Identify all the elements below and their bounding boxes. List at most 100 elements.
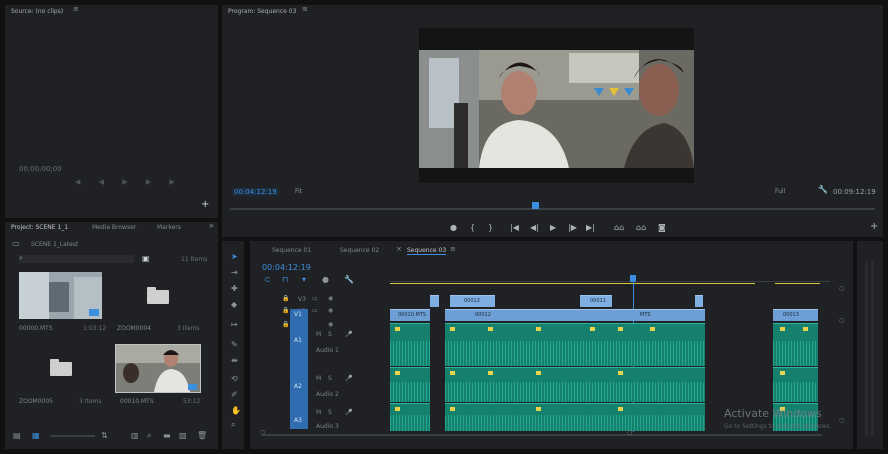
timeline-tab-sequence-03[interactable]: Sequence 03 <box>407 247 447 255</box>
timeline-timecode[interactable]: 00:04:12:19 <box>262 263 311 272</box>
fit-dropdown[interactable]: Fit <box>295 188 302 195</box>
solo-button[interactable]: S <box>328 375 332 382</box>
eye-icon[interactable]: ◉ <box>328 307 333 314</box>
source-monitor-title[interactable]: Source: (no clips) <box>11 8 63 15</box>
folder-icon[interactable] <box>50 359 72 376</box>
marker-button[interactable]: ● <box>450 223 457 232</box>
video-clip[interactable]: 00013 <box>773 309 818 321</box>
lock-icon[interactable]: 🔒 <box>282 295 289 302</box>
extract-button[interactable]: ⌂⌂ <box>636 223 646 232</box>
lift-button[interactable]: ⌂⌂ <box>614 223 624 232</box>
step-back-button[interactable]: ◀| <box>530 223 539 232</box>
snap-icon[interactable]: ⊂ <box>264 276 271 284</box>
timeline-tab-sequence-02[interactable]: Sequence 02 <box>340 247 379 254</box>
source-patch-v1[interactable] <box>290 309 308 429</box>
lock-icon[interactable]: 🔒 <box>282 307 289 314</box>
video-clip[interactable] <box>430 295 439 307</box>
eye-icon[interactable]: ◉ <box>328 295 333 302</box>
tab-markers[interactable]: Markers <box>157 224 181 231</box>
zoom-handle-left[interactable]: ○ <box>260 429 265 436</box>
timeline-ruler[interactable] <box>390 271 830 282</box>
vertical-scroll-handle[interactable]: ○ <box>839 417 844 424</box>
video-clip[interactable]: 00012 <box>450 295 495 307</box>
zoom-slider[interactable] <box>50 435 95 437</box>
out-point-button[interactable]: } <box>488 223 493 232</box>
track-label-v1[interactable]: V1 <box>294 311 302 318</box>
video-clip[interactable] <box>695 295 703 307</box>
video-clip[interactable]: MTS <box>595 309 705 321</box>
tab-media-browser[interactable]: Media Browser <box>92 224 136 231</box>
mute-button[interactable]: M <box>316 331 321 338</box>
video-clip[interactable]: 00011 <box>580 295 612 307</box>
new-bin-icon[interactable]: ▣ <box>142 255 150 263</box>
track-label-v3[interactable]: V3 <box>298 296 306 303</box>
go-to-out-button[interactable]: ▶| <box>586 223 595 232</box>
sort-icon[interactable]: ⇅ <box>101 432 108 440</box>
close-icon[interactable]: × <box>396 245 402 253</box>
add-button[interactable]: + <box>870 221 878 232</box>
mute-button[interactable]: M <box>316 409 321 416</box>
pen-tool-icon[interactable]: ✎ <box>231 340 238 349</box>
mute-button[interactable]: M <box>316 375 321 382</box>
step-forward-button[interactable]: |▶ <box>568 223 577 232</box>
quality-dropdown[interactable]: Full <box>775 188 785 195</box>
list-view-icon[interactable]: ▤ <box>13 432 21 440</box>
new-item-icon[interactable]: ▨ <box>179 432 187 440</box>
work-area-bar[interactable] <box>775 283 820 284</box>
project-item-thumbnail[interactable] <box>115 344 201 393</box>
icon-view-icon[interactable]: ▦ <box>32 432 40 440</box>
work-area-bar[interactable] <box>390 283 755 284</box>
source-timecode[interactable]: 00;00;00;00 <box>19 165 62 173</box>
timeline-playhead-head[interactable] <box>630 275 636 282</box>
zoom-handle-right[interactable]: ○ <box>627 429 632 436</box>
play-button[interactable]: ▶ <box>550 223 556 232</box>
audio-clip[interactable] <box>445 323 705 366</box>
slip-tool-icon[interactable]: ↦ <box>231 320 238 329</box>
solo-button[interactable]: S <box>328 409 332 416</box>
ripple-edit-icon[interactable]: ✚ <box>231 284 238 293</box>
razor-tool-icon[interactable]: ◆ <box>231 300 237 309</box>
add-marker-icon[interactable]: ▾ <box>302 276 306 284</box>
in-point-button[interactable]: { <box>470 223 475 232</box>
eye-icon[interactable]: ◉ <box>328 321 333 328</box>
folder-icon[interactable] <box>147 287 169 304</box>
type-tool-icon[interactable]: ⟲ <box>231 374 238 383</box>
panel-menu-icon[interactable]: ≡ <box>450 245 456 253</box>
search-icon[interactable]: ⌕ <box>19 254 23 262</box>
camera-icon[interactable]: ◙ <box>658 223 666 232</box>
playhead-marker[interactable] <box>532 202 539 209</box>
hand-icon[interactable]: ✋ <box>231 406 241 415</box>
toggle-sync-icon[interactable]: ▭ <box>312 295 318 302</box>
linked-selection-icon[interactable]: ⊓ <box>282 276 288 284</box>
panel-menu-icon[interactable]: ≡ <box>73 5 79 13</box>
trash-icon[interactable]: 🗑 <box>197 432 207 440</box>
go-to-in-button[interactable]: |◀ <box>510 223 519 232</box>
track-label-a3[interactable]: A3 <box>294 417 302 424</box>
settings-wrench-icon[interactable]: 🔧 <box>344 276 354 284</box>
selection-tool-icon[interactable]: ➤ <box>231 252 238 261</box>
video-clip[interactable]: 00010.MTS <box>390 309 430 321</box>
track-select-icon[interactable]: ⇥ <box>231 268 238 277</box>
program-monitor-title[interactable]: Program: Sequence 03 <box>228 8 296 15</box>
add-button[interactable]: + <box>201 200 209 210</box>
program-scrubber-track[interactable] <box>230 208 875 210</box>
lock-icon[interactable]: 🔒 <box>282 321 289 328</box>
panel-menu-icon[interactable]: ≡ <box>302 5 308 13</box>
new-bin-icon[interactable]: ▬ <box>163 432 171 440</box>
timeline-tab-sequence-01[interactable]: Sequence 01 <box>272 247 311 254</box>
video-clip[interactable] <box>535 309 595 321</box>
audio-clip[interactable] <box>445 403 705 431</box>
solo-button[interactable]: S <box>328 331 332 338</box>
microphone-icon[interactable]: 🎤 <box>345 375 352 382</box>
horizontal-scrollbar[interactable] <box>262 434 822 436</box>
hand-tool-icon[interactable]: ⇼ <box>231 356 238 365</box>
tab-project[interactable]: Project: SCENE 1_1 <box>11 224 68 231</box>
automate-icon[interactable]: ▥ <box>131 432 139 440</box>
zoom-tool-icon[interactable]: ⌕ <box>231 420 235 430</box>
toggle-sync-icon[interactable]: ▭ <box>312 307 318 314</box>
vertical-scroll-handle[interactable]: ○ <box>839 317 844 324</box>
marker-icon[interactable]: ● <box>322 276 329 284</box>
panel-overflow-icon[interactable]: » <box>209 222 214 230</box>
pen-icon[interactable]: ✐ <box>231 390 238 399</box>
project-item-thumbnail[interactable] <box>19 272 102 319</box>
